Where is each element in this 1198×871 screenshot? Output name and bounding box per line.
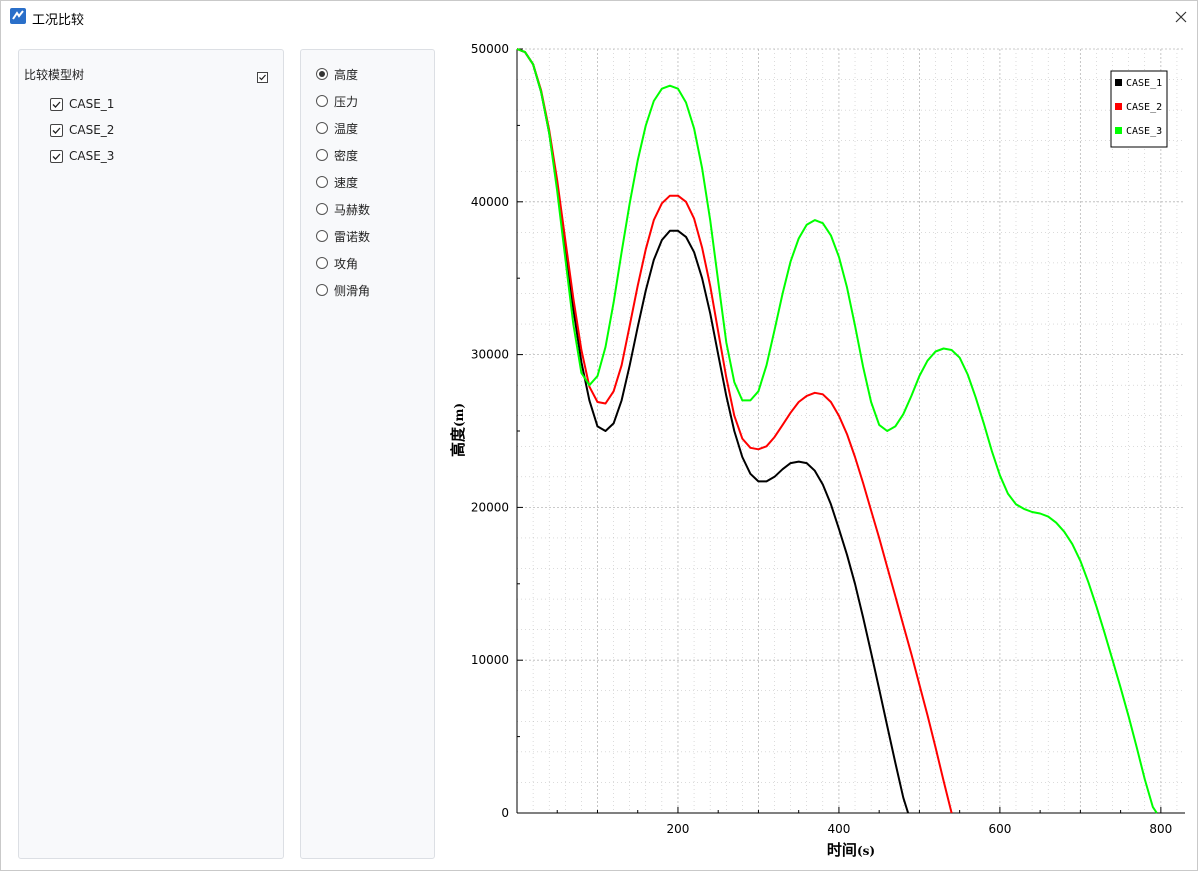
radio-temperature[interactable]: 温度 [316,120,358,136]
series-line-case-1 [516,48,910,814]
chart-axes: 200 400 600 800 0 10000 20000 30000 40000 50000 [471,42,1185,836]
height-line-chart[interactable]: 200 400 600 800 0 10000 20000 30000 40000 50000 C… [441,35,1195,865]
tree-item-label: CASE_1 [69,97,115,111]
y-axis-title-unit: (m) [452,403,466,427]
checkbox-checked-icon [257,72,268,83]
series-line-case-3 [516,48,1158,814]
radio-unselected-icon[interactable] [316,203,328,215]
checkbox-checked-icon[interactable] [50,123,63,137]
radio-label: 压力 [334,94,359,109]
radio-mach[interactable]: 马赫数 [316,201,370,217]
radio-pressure[interactable]: 压力 [316,93,358,109]
tree-root-label: 比较模型树 [24,68,85,82]
radio-label: 雷诺数 [334,229,371,244]
x-tick-label: 600 [988,822,1011,836]
radio-unselected-icon[interactable] [316,122,328,134]
radio-unselected-icon[interactable] [316,95,328,107]
tree-root-checkbox[interactable] [257,68,268,87]
y-axis-title-main: 高度 [449,426,467,457]
radio-label: 高度 [334,67,359,82]
radio-label: 侧滑角 [334,283,371,298]
radio-label: 攻角 [334,256,359,271]
radio-unselected-icon[interactable] [316,257,328,269]
radio-velocity[interactable]: 速度 [316,174,358,190]
checkbox-checked-icon[interactable] [50,97,63,111]
x-axis-title-unit: (s) [857,844,875,858]
chart-series [516,48,1158,814]
radio-label: 速度 [334,175,359,190]
radio-unselected-icon[interactable] [316,176,328,188]
radio-unselected-icon[interactable] [316,149,328,161]
tree-item-case-3[interactable]: CASE_3 [50,148,114,164]
radio-sideslip-angle[interactable]: 侧滑角 [316,282,370,298]
app-logo-icon [10,8,26,24]
x-axis-title-main: 时间 [827,841,857,859]
y-tick-label: 50000 [471,42,509,56]
close-button[interactable] [1169,5,1193,29]
radio-label: 温度 [334,121,359,136]
radio-unselected-icon[interactable] [316,284,328,296]
x-tick-label: 800 [1149,822,1172,836]
radio-selected-icon[interactable] [316,68,328,80]
tree-item-label: CASE_2 [69,123,115,137]
radio-label: 密度 [334,148,359,163]
variable-radio-panel: 高度 压力 温度 密度 速度 马赫数 雷诺数 攻角 侧滑角 [300,49,435,859]
tree-item-label: CASE_3 [69,149,115,163]
y-tick-label: 30000 [471,348,509,362]
radio-attack-angle[interactable]: 攻角 [316,255,358,271]
radio-reynolds[interactable]: 雷诺数 [316,228,370,244]
chart-grid [516,48,1185,814]
chart-legend: CASE_1 CASE_2 CASE_3 [1110,70,1168,148]
y-tick-label: 40000 [471,195,509,209]
window-title: 工况比较 [32,13,85,28]
radio-unselected-icon[interactable] [316,230,328,242]
radio-density[interactable]: 密度 [316,147,358,163]
legend-swatch [1115,127,1122,134]
radio-label: 马赫数 [334,202,371,217]
x-axis-title: 时间(s) [827,841,875,859]
legend-swatch [1115,79,1122,86]
tree-item-case-2[interactable]: CASE_2 [50,122,114,138]
legend-swatch [1115,103,1122,110]
compare-window: 工况比较 比较模型树 CASE_1 CASE_2 CASE_3 高度 压力 温度… [0,0,1198,871]
x-tick-label: 400 [827,822,850,836]
y-tick-label: 20000 [471,500,509,514]
y-axis-title: 高度(m) [449,403,467,457]
y-tick-label: 0 [501,806,509,820]
radio-height[interactable]: 高度 [316,66,358,82]
close-icon [1175,11,1187,23]
title-bar: 工况比较 [1,1,1197,33]
checkbox-checked-icon[interactable] [50,149,63,163]
x-tick-label: 200 [667,822,690,836]
y-tick-label: 10000 [471,653,509,667]
model-tree-panel: 比较模型树 CASE_1 CASE_2 CASE_3 [18,49,284,859]
legend-label: CASE_3 [1126,126,1162,137]
legend-label: CASE_1 [1126,78,1162,89]
legend-label: CASE_2 [1126,102,1162,113]
tree-item-case-1[interactable]: CASE_1 [50,96,114,112]
